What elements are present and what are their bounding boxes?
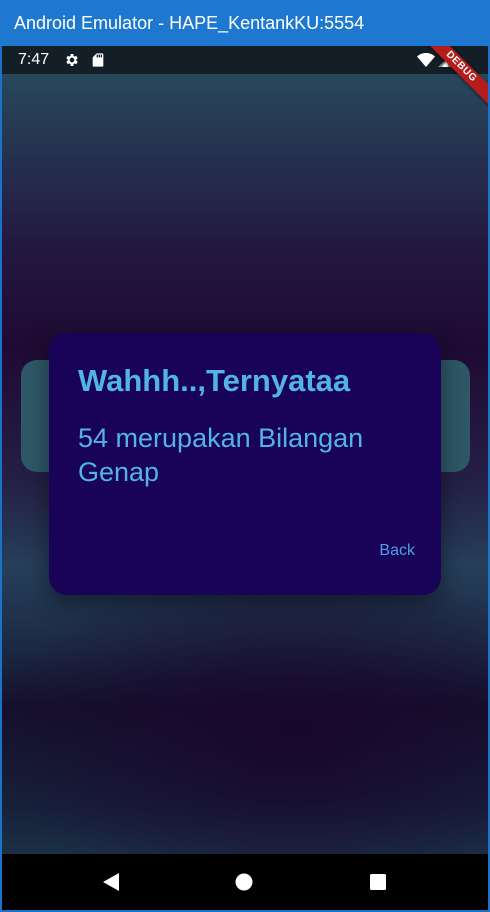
dialog-message: 54 merupakan Bilangan Genap bbox=[78, 423, 364, 487]
gear-icon bbox=[66, 54, 78, 66]
back-triangle-icon[interactable] bbox=[99, 870, 123, 894]
back-button[interactable]: Back bbox=[379, 541, 415, 561]
status-time: 7:47 bbox=[18, 51, 50, 68]
alert-dialog: Wahhh..,Ternyataa 54 merupakan Bilangan … bbox=[49, 333, 441, 595]
device-screen: 7:47 DEBUG Wahhh..,Ternyataa 54 merupaka… bbox=[2, 46, 488, 910]
recents-square-icon[interactable] bbox=[366, 870, 390, 894]
window-title: Android Emulator - HAPE_KentankKU:5554 bbox=[14, 13, 365, 33]
sd-card-icon bbox=[92, 53, 104, 67]
wifi-icon bbox=[417, 53, 435, 67]
home-circle-icon[interactable] bbox=[232, 870, 256, 894]
window-title-bar: Android Emulator - HAPE_KentankKU:5554 bbox=[0, 0, 490, 46]
dialog-title: Wahhh..,Ternyataa bbox=[78, 363, 351, 398]
status-bar: 7:47 DEBUG bbox=[2, 46, 488, 111]
navigation-bar bbox=[2, 854, 488, 910]
